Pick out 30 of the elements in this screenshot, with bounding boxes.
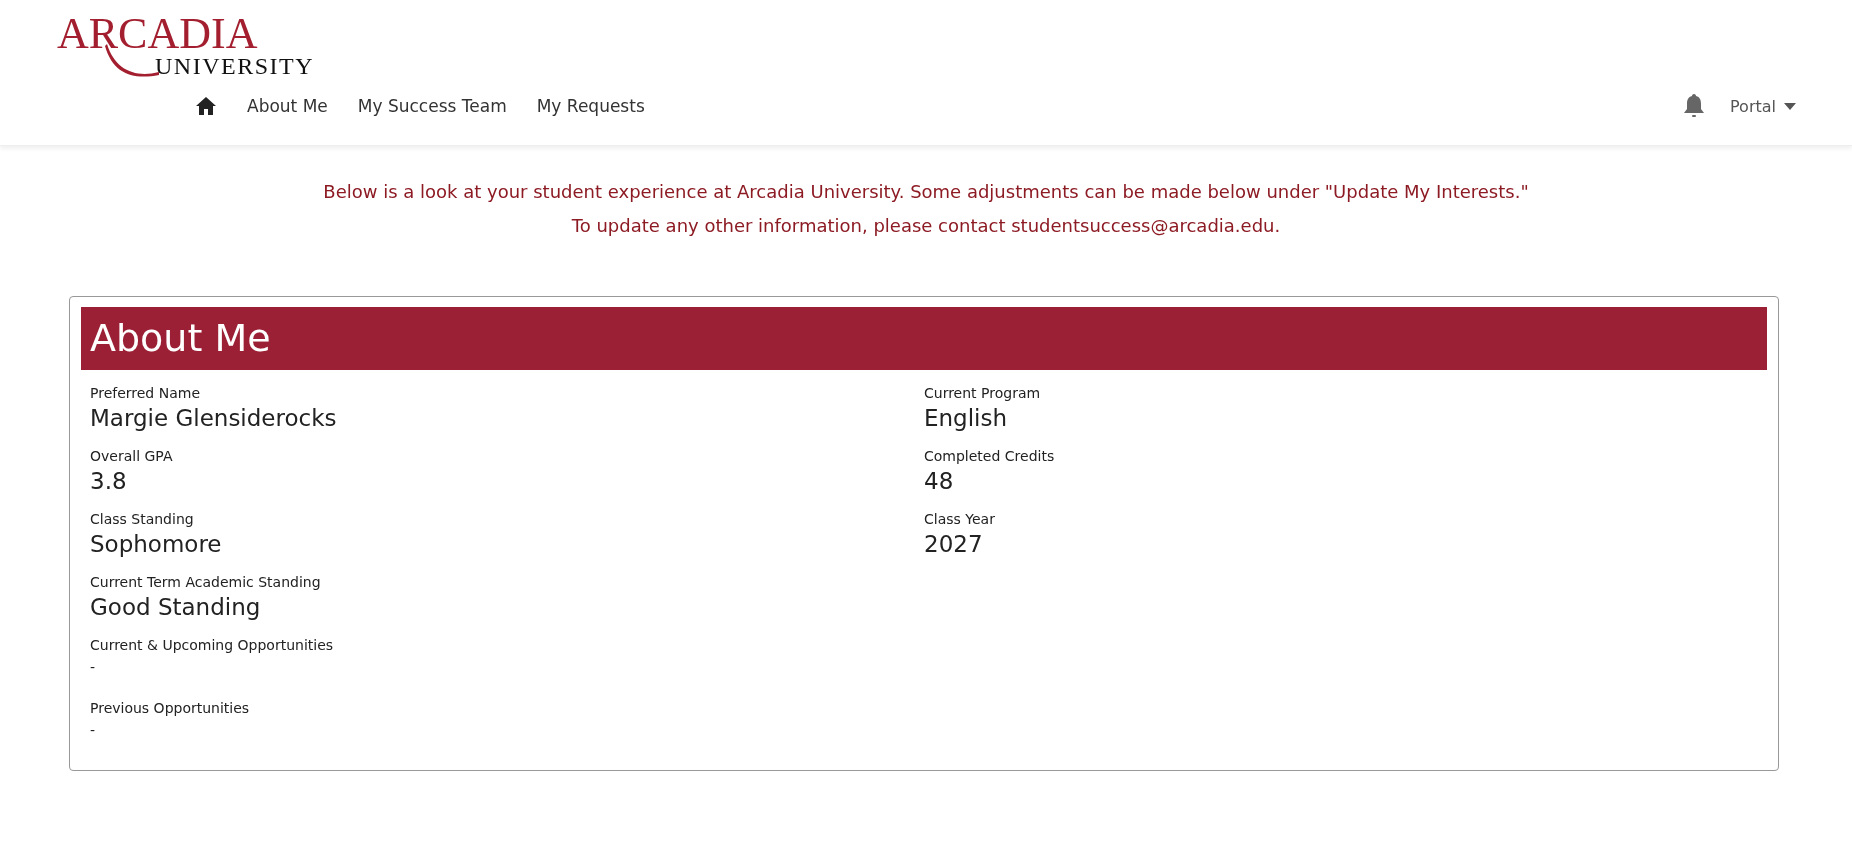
logo-subtitle[interactable]: UNIVERSITY bbox=[155, 54, 314, 78]
field-value: - bbox=[90, 721, 97, 740]
home-icon[interactable] bbox=[195, 96, 217, 116]
field-label: Previous Opportunities bbox=[90, 699, 251, 718]
nav-link[interactable]: About Me bbox=[247, 96, 328, 116]
field-label: Current Term Academic Standing bbox=[90, 573, 322, 592]
caret-icon bbox=[1784, 102, 1796, 110]
field-value: Margie Glensiderocks bbox=[90, 404, 338, 433]
field-value: - bbox=[90, 658, 97, 677]
logo-wordmark[interactable]: ARCADIA bbox=[57, 14, 258, 54]
nav-link[interactable]: My Requests bbox=[536, 96, 645, 116]
card-title: About Me bbox=[81, 307, 1767, 370]
field-value: 2027 bbox=[924, 530, 984, 559]
field-value: 48 bbox=[924, 467, 955, 496]
field-label: Class Standing bbox=[90, 510, 195, 529]
nav-link[interactable]: My Success Team bbox=[357, 96, 507, 116]
field-value: Good Standing bbox=[90, 593, 262, 622]
field-label: Completed Credits bbox=[924, 447, 1056, 466]
field-label: Overall GPA bbox=[90, 447, 174, 466]
portal-menu[interactable]: Portal bbox=[1730, 96, 1796, 116]
field-value: Sophomore bbox=[90, 530, 223, 559]
field-label: Preferred Name bbox=[90, 384, 201, 403]
notice-text: To update any other information, please contact studentsuccess@arcadia.edu. bbox=[571, 214, 1281, 238]
notice-text: Below is a look at your student experience at Arcadia University. Some adjustments can be made below under "Update My Interests." bbox=[323, 180, 1529, 204]
field-label: Current & Upcoming Opportunities bbox=[90, 636, 335, 655]
field-label: Current Program bbox=[924, 384, 1042, 403]
field-value: 3.8 bbox=[90, 467, 128, 496]
bell-icon[interactable] bbox=[1682, 93, 1707, 119]
field-label: Class Year bbox=[924, 510, 996, 529]
field-value: English bbox=[924, 404, 1009, 433]
